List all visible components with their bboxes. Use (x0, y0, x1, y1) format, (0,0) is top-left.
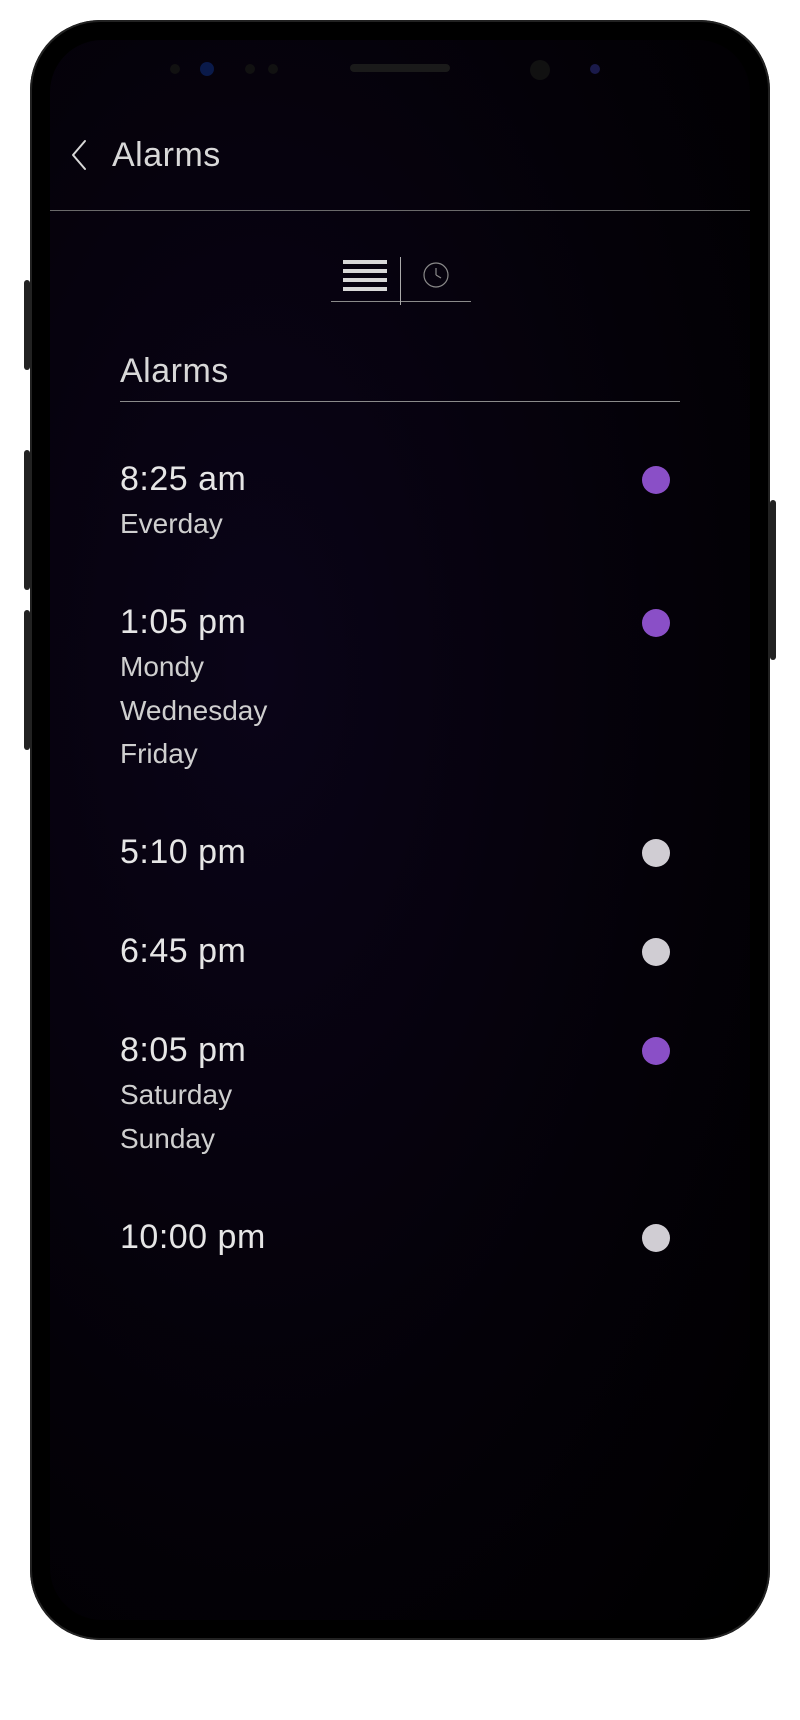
alarm-row[interactable]: 5:10 pm (120, 809, 680, 908)
alarm-row[interactable]: 8:25 am Everday (120, 436, 680, 579)
alarm-time: 8:25 am (120, 460, 246, 499)
volume-down-button (24, 610, 30, 750)
app-screen: Alarms Alarms (50, 130, 750, 1570)
power-button (770, 500, 776, 660)
alarm-text: 8:25 am Everday (120, 460, 246, 543)
alarm-day: Everday (120, 505, 246, 543)
status-dot[interactable] (642, 839, 670, 867)
status-dot[interactable] (642, 1037, 670, 1065)
alarm-text: 6:45 pm (120, 932, 246, 971)
clock-view-tab[interactable] (401, 253, 471, 297)
list-icon (343, 260, 387, 291)
side-button (24, 280, 30, 370)
alarm-day: Wednesday (120, 692, 267, 730)
status-dot[interactable] (642, 938, 670, 966)
alarm-list: 8:25 am Everday 1:05 pm Mondy Wednesday Frida… (120, 436, 680, 1293)
alarm-time: 6:45 pm (120, 932, 246, 971)
status-dot[interactable] (642, 1224, 670, 1252)
alarm-time: 5:10 pm (120, 833, 246, 872)
alarm-day: Sunday (120, 1120, 246, 1158)
alarms-section: Alarms 8:25 am Everday 1:05 pm Mondy Wednesd… (120, 352, 680, 1293)
alarm-text: 8:05 pm Saturday Sunday (120, 1031, 246, 1158)
alarm-row[interactable]: 10:00 pm (120, 1194, 680, 1293)
alarm-day: Friday (120, 735, 267, 773)
alarm-text: 5:10 pm (120, 833, 246, 872)
sensor-cluster (50, 50, 750, 90)
chevron-left-icon (68, 138, 90, 172)
clock-icon (422, 261, 450, 289)
toggle-divider (400, 257, 401, 305)
alarm-time: 10:00 pm (120, 1218, 266, 1257)
alarm-time: 1:05 pm (120, 603, 267, 642)
alarm-text: 10:00 pm (120, 1218, 266, 1257)
status-dot[interactable] (642, 466, 670, 494)
alarm-row[interactable]: 1:05 pm Mondy Wednesday Friday (120, 579, 680, 809)
alarm-day: Saturday (120, 1076, 246, 1114)
alarm-row[interactable]: 6:45 pm (120, 908, 680, 1007)
alarm-text: 1:05 pm Mondy Wednesday Friday (120, 603, 267, 773)
alarm-row[interactable]: 8:05 pm Saturday Sunday (120, 1007, 680, 1194)
phone-frame: Alarms Alarms (30, 20, 770, 1640)
volume-up-button (24, 450, 30, 590)
section-title: Alarms (120, 352, 680, 402)
screen-viewport: Alarms Alarms (50, 40, 750, 1620)
alarm-time: 8:05 pm (120, 1031, 246, 1070)
status-dot[interactable] (642, 609, 670, 637)
view-toggle (50, 251, 750, 299)
list-view-tab[interactable] (330, 253, 400, 297)
alarm-day: Mondy (120, 648, 267, 686)
page-title: Alarms (112, 136, 221, 175)
header-bar: Alarms (50, 130, 750, 211)
back-button[interactable] (60, 130, 98, 180)
